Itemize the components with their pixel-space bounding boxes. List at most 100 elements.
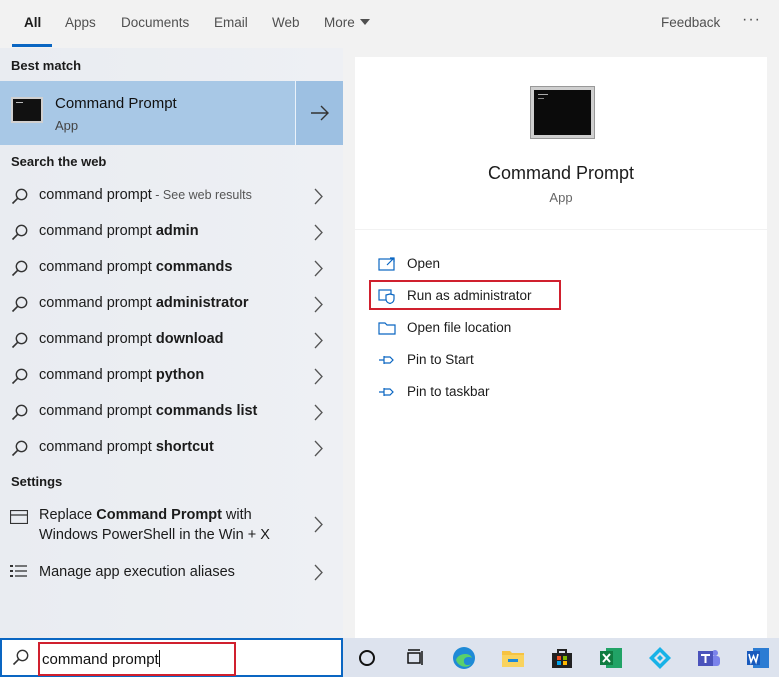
open-icon [378,257,395,271]
web-suggestion-label: command prompt python [39,367,204,383]
web-suggestion-label: command prompt download [39,331,224,347]
settings-replace-item[interactable]: Replace Command Prompt with Windows Powe… [0,502,343,548]
best-match-result: Command Prompt App [0,81,343,145]
web-suggestion-item[interactable]: command prompt shortcut [0,430,343,466]
tab-more[interactable]: More [324,15,370,30]
app-details-header: Command Prompt App [355,57,767,229]
tab-documents[interactable]: Documents [121,15,189,30]
search-input[interactable]: command prompt [38,642,236,676]
web-suggestion-label: command prompt commands [39,259,232,275]
tab-web[interactable]: Web [272,15,300,30]
search-icon [11,224,28,241]
chevron-right-icon [314,188,323,205]
folder-icon [378,322,396,335]
suggestion-prefix: command prompt [39,439,156,455]
action-open-file-location[interactable]: Open file location [355,314,767,342]
replace-text-b: Command Prompt [96,507,222,523]
web-suggestion-label: command prompt commands list [39,403,257,419]
task-view-icon[interactable] [402,645,428,671]
suggestion-prefix: command prompt [39,331,156,347]
detail-title: Command Prompt [487,163,635,183]
chevron-right-icon [314,224,323,241]
search-icon [11,368,28,385]
settings-heading: Settings [11,474,63,489]
search-icon [11,260,28,277]
web-suggestion-label: command prompt - See web results [39,187,252,203]
suggestion-completion: admin [155,223,199,239]
arrow-right-icon [311,105,329,121]
chevron-right-icon [314,564,323,581]
search-icon [12,649,29,666]
search-icon [11,332,28,349]
suggestion-hint: - See web results [151,188,252,202]
results-pane: Best match Command Prompt App Search the… [0,48,343,638]
action-pin-to-start[interactable]: Pin to Start [355,346,767,374]
kodi-icon[interactable] [647,645,673,671]
chevron-right-icon [314,368,323,385]
search-bar: command prompt [0,638,343,677]
web-suggestion-item[interactable]: command prompt admin [0,214,343,250]
command-prompt-icon [11,97,43,123]
edge-icon[interactable] [451,645,477,671]
best-match-item[interactable]: Command Prompt App [0,81,294,145]
word-icon[interactable] [745,645,771,671]
settings-aliases-label: Manage app execution aliases [39,564,235,580]
action-pin-to-taskbar[interactable]: Pin to taskbar [355,378,767,406]
text-cursor [158,650,160,667]
teams-icon[interactable] [696,645,722,671]
action-label: Open [407,256,441,271]
feedback-link[interactable]: Feedback [661,15,720,30]
list-icon [10,565,27,577]
suggestion-prefix: command prompt [39,259,156,275]
highlight-annotation [369,280,561,310]
chevron-right-icon [314,332,323,349]
web-suggestion-item[interactable]: command prompt - See web results [0,178,343,214]
best-match-title: Command Prompt [55,95,177,112]
detail-subtitle: App [549,190,573,205]
web-suggestion-item[interactable]: command prompt commands [0,250,343,286]
suggestion-completion: shortcut [155,439,214,455]
suggestion-prefix: command prompt [39,223,156,239]
store-icon[interactable] [549,645,575,671]
search-icon [11,188,28,205]
best-match-subtitle: App [55,118,79,133]
tab-all[interactable]: All [24,15,41,30]
search-icon [11,440,28,457]
settings-aliases-item[interactable]: Manage app execution aliases [0,554,343,590]
chevron-down-icon [359,19,370,25]
web-suggestion-item[interactable]: command prompt python [0,358,343,394]
file-explorer-icon[interactable] [500,645,526,671]
chevron-right-icon [314,296,323,313]
suggestion-prefix: command prompt [39,367,156,383]
tab-apps[interactable]: Apps [65,15,96,30]
action-open[interactable]: Open [355,250,767,278]
chevron-right-icon [314,404,323,421]
search-web-heading: Search the web [11,154,107,169]
taskbar [343,638,779,677]
pin-icon [379,356,394,364]
web-suggestion-item[interactable]: command prompt administrator [0,286,343,322]
web-suggestion-item[interactable]: command prompt commands list [0,394,343,430]
pin-icon [379,388,394,396]
web-suggestion-label: command prompt admin [39,223,199,239]
action-label: Pin to Start [407,352,474,367]
search-icon [11,296,28,313]
search-tabs-bar: All Apps Documents Email Web More Feedba… [0,0,779,48]
web-suggestion-label: command prompt shortcut [39,439,214,455]
replace-text-a: Replace [39,507,97,523]
suggestion-completion: python [155,367,205,383]
suggestion-completion: commands list [155,403,258,419]
suggestion-prefix: command prompt [39,403,156,419]
settings-replace-label: Replace Command Prompt with Windows Powe… [39,505,270,545]
excel-icon[interactable] [598,645,624,671]
web-suggestion-label: command prompt administrator [39,295,249,311]
command-prompt-large-icon [531,87,594,138]
cortana-icon[interactable] [354,645,380,671]
open-details-button[interactable] [295,81,343,145]
suggestion-completion: commands [155,259,233,275]
tab-email[interactable]: Email [214,15,248,30]
web-suggestion-item[interactable]: command prompt download [0,322,343,358]
replace-text-c: with [221,507,252,523]
search-icon [11,404,28,421]
more-options-button[interactable]: ··· [742,11,761,29]
